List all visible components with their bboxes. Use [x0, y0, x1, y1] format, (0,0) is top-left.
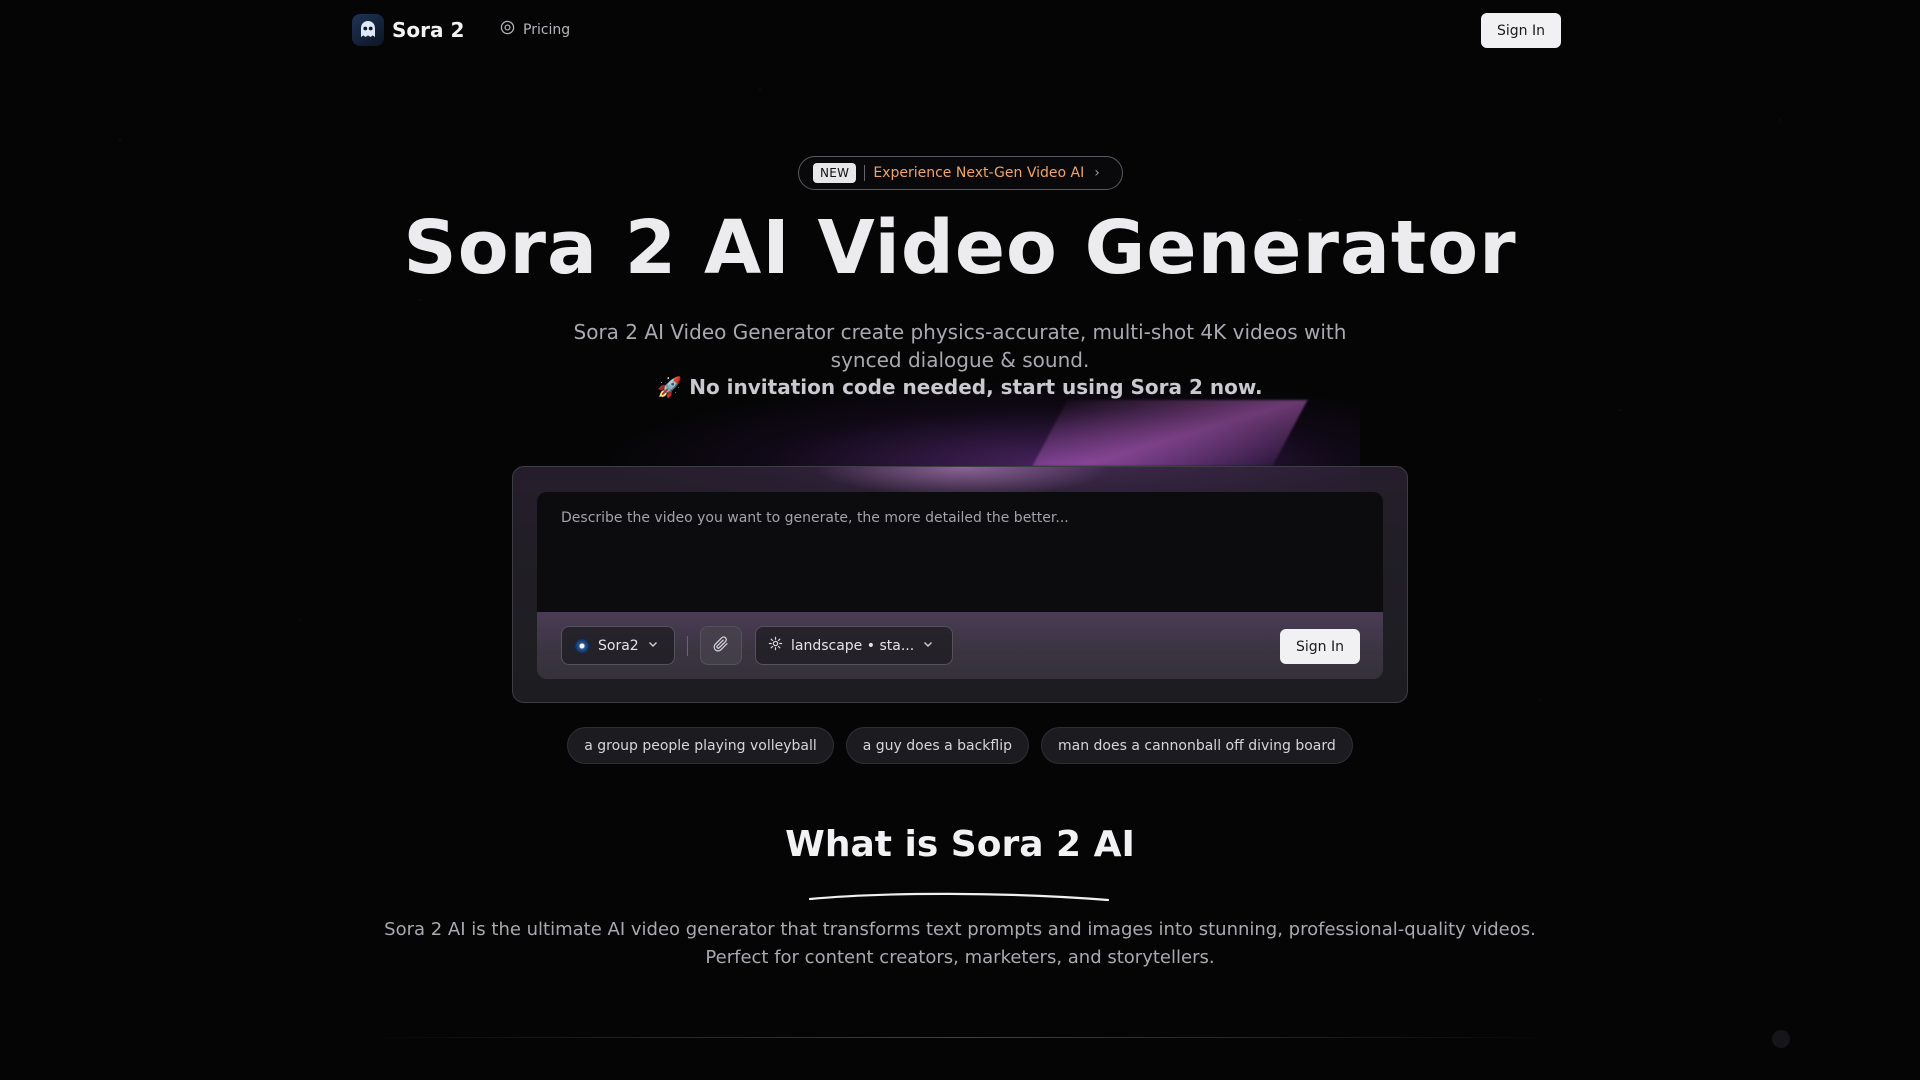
model-select[interactable]: Sora2 [561, 626, 675, 665]
video-settings-label: landscape • sta... [791, 637, 915, 654]
rocket-icon: 🚀 [657, 375, 683, 399]
hero-subtitle: Sora 2 AI Video Generator create physics… [573, 320, 1347, 372]
model-select-label: Sora2 [598, 637, 639, 654]
nav-link-pricing-label: Pricing [523, 21, 571, 38]
section-divider [360, 1037, 1560, 1038]
hero-cta-line: 🚀 No invitation code needed, start using… [0, 375, 1920, 399]
widget-icon [1772, 1030, 1790, 1048]
gear-icon [768, 636, 783, 655]
top-nav: Sora 2 Pricing Sign In [0, 0, 1920, 60]
generator-toolbar: Sora2 landscape • sta... Sign In [537, 612, 1383, 679]
coin-icon [500, 20, 515, 39]
video-generator-card: Sora2 lan [512, 466, 1408, 703]
sora-model-icon [574, 637, 590, 654]
chevron-right-icon: › [1094, 165, 1100, 181]
suggestion-chip[interactable]: a group people playing volleyball [567, 727, 834, 764]
generate-sign-in-button[interactable]: Sign In [1280, 629, 1360, 664]
video-settings-select[interactable]: landscape • sta... [755, 626, 953, 665]
suggestion-chip[interactable]: man does a cannonball off diving board [1041, 727, 1353, 764]
section-description: Sora 2 AI is the ultimate AI video gener… [384, 919, 1536, 968]
new-tag: NEW [813, 163, 857, 183]
ghost-logo-icon [352, 14, 384, 46]
page: Sora 2 Pricing Sign In NEW Experience Ne… [0, 0, 1920, 1080]
prompt-suggestions: a group people playing volleyball a guy … [0, 727, 1920, 764]
suggestion-chip[interactable]: a guy does a backflip [845, 727, 1029, 764]
badge-text: Experience Next-Gen Video AI [873, 165, 1085, 181]
attach-button[interactable] [700, 626, 742, 665]
brand-name: Sora 2 [392, 18, 465, 42]
brand-link[interactable]: Sora 2 [352, 14, 464, 46]
badge-divider [864, 165, 866, 181]
page-title: Sora 2 AI Video Generator [403, 205, 1517, 291]
title-underline [808, 892, 1110, 902]
toolbar-divider [687, 636, 688, 656]
chevron-down-icon [647, 638, 659, 654]
chevron-down-icon [922, 638, 934, 654]
sign-in-button[interactable]: Sign In [1481, 13, 1561, 48]
section-title: What is Sora 2 AI [785, 824, 1135, 865]
nav-link-pricing[interactable]: Pricing [500, 20, 570, 39]
paperclip-icon [712, 635, 730, 657]
purple-streak [1032, 400, 1308, 466]
floating-widget[interactable] [1772, 1030, 1790, 1048]
hero-cta-text: No invitation code needed, start using S… [689, 375, 1263, 399]
prompt-input[interactable] [537, 492, 1383, 612]
new-feature-badge[interactable]: NEW Experience Next-Gen Video AI › [798, 156, 1123, 190]
